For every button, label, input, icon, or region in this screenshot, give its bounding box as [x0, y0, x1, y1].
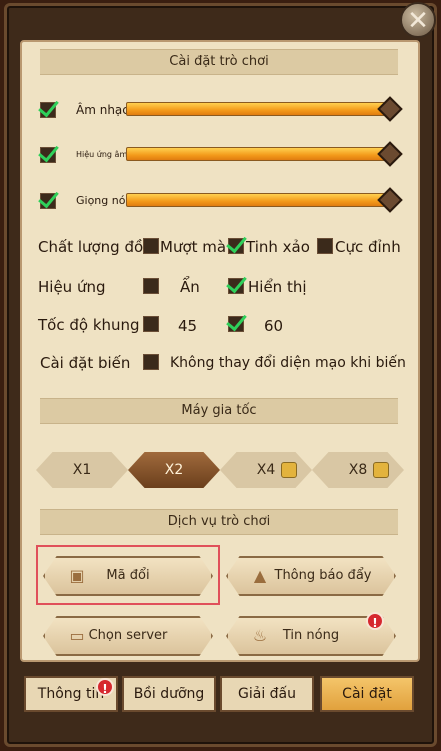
speed-x4-label: X4: [256, 462, 276, 478]
tab-info-label: Thông tin: [37, 686, 105, 702]
graphics-quality-label: Chất lượng đồ: [38, 238, 144, 256]
quality-fine-checkbox[interactable]: [228, 238, 244, 254]
framerate-60-label: 60: [264, 317, 284, 335]
sound-effects-volume-slider[interactable]: [126, 147, 392, 161]
bell-icon: ▲: [253, 566, 267, 585]
highlight-box: [36, 545, 220, 605]
transform-keep-appearance-checkbox[interactable]: [143, 354, 159, 370]
quality-smooth-checkbox[interactable]: [143, 238, 159, 254]
framerate-60-checkbox[interactable]: [228, 316, 244, 332]
sound-effects-label: Hiệu ứng âm: [76, 150, 128, 159]
scroll-icon: ▭: [69, 626, 85, 645]
music-checkbox[interactable]: [40, 102, 56, 118]
quality-fine-label: Tinh xảo: [246, 238, 310, 256]
voice-label: Giọng nói: [76, 194, 129, 207]
select-server-button[interactable]: ▭ Chọn server: [43, 616, 213, 656]
section-title-accelerator: Máy gia tốc: [40, 398, 398, 424]
tab-settings[interactable]: Cài đặt: [320, 676, 414, 712]
info-alert-badge: !: [96, 678, 114, 696]
quality-ultra-label: Cực đỉnh: [335, 238, 401, 256]
select-server-label: Chọn server: [88, 628, 168, 643]
speed-x2-label: X2: [164, 462, 184, 478]
effects-hide-label: Ẩn: [180, 278, 200, 296]
tab-tournament[interactable]: Giải đấu: [220, 676, 314, 712]
voice-checkbox[interactable]: [40, 193, 56, 209]
lock-icon: [373, 462, 389, 478]
speed-x1-label: X1: [72, 462, 92, 478]
effects-show-checkbox[interactable]: [228, 278, 244, 294]
framerate-45-label: 45: [178, 317, 198, 335]
framerate-45-checkbox[interactable]: [143, 316, 159, 332]
music-volume-slider[interactable]: [126, 102, 392, 116]
speed-x2-button[interactable]: X2: [128, 452, 220, 488]
tab-settings-label: Cài đặt: [342, 686, 392, 702]
speed-x1-button[interactable]: X1: [36, 452, 128, 488]
sound-effects-checkbox[interactable]: [40, 147, 56, 163]
quality-ultra-checkbox[interactable]: [317, 238, 333, 254]
transform-label: Cài đặt biến: [40, 354, 131, 372]
speed-x8-label: X8: [348, 462, 368, 478]
speed-x8-button[interactable]: X8: [312, 452, 404, 488]
effects-label: Hiệu ứng: [38, 278, 106, 296]
framerate-label: Tốc độ khung: [38, 316, 140, 334]
transform-keep-appearance-label: Không thay đổi diện mạo khi biến: [170, 355, 406, 371]
fire-icon: ♨: [252, 626, 268, 645]
tab-training[interactable]: Bồi dưỡng: [122, 676, 216, 712]
music-label: Âm nhạc: [76, 103, 129, 117]
tab-tournament-label: Giải đấu: [238, 686, 296, 702]
hot-news-alert-badge: !: [366, 612, 384, 630]
hot-news-label: Tin nóng: [282, 628, 340, 643]
section-title-game-settings: Cài đặt trò chơi: [40, 49, 398, 75]
quality-smooth-label: Mượt mà: [160, 238, 227, 256]
voice-volume-slider[interactable]: [126, 193, 392, 207]
speed-x4-button[interactable]: X4: [220, 452, 312, 488]
tab-training-label: Bồi dưỡng: [133, 686, 205, 702]
section-title-game-services: Dịch vụ trò chơi: [40, 509, 398, 535]
push-notification-button[interactable]: ▲ Thông báo đẩy: [226, 556, 396, 596]
close-icon[interactable]: ✕: [400, 2, 436, 38]
lock-icon: [281, 462, 297, 478]
effects-show-label: Hiển thị: [248, 278, 307, 296]
effects-hide-checkbox[interactable]: [143, 278, 159, 294]
